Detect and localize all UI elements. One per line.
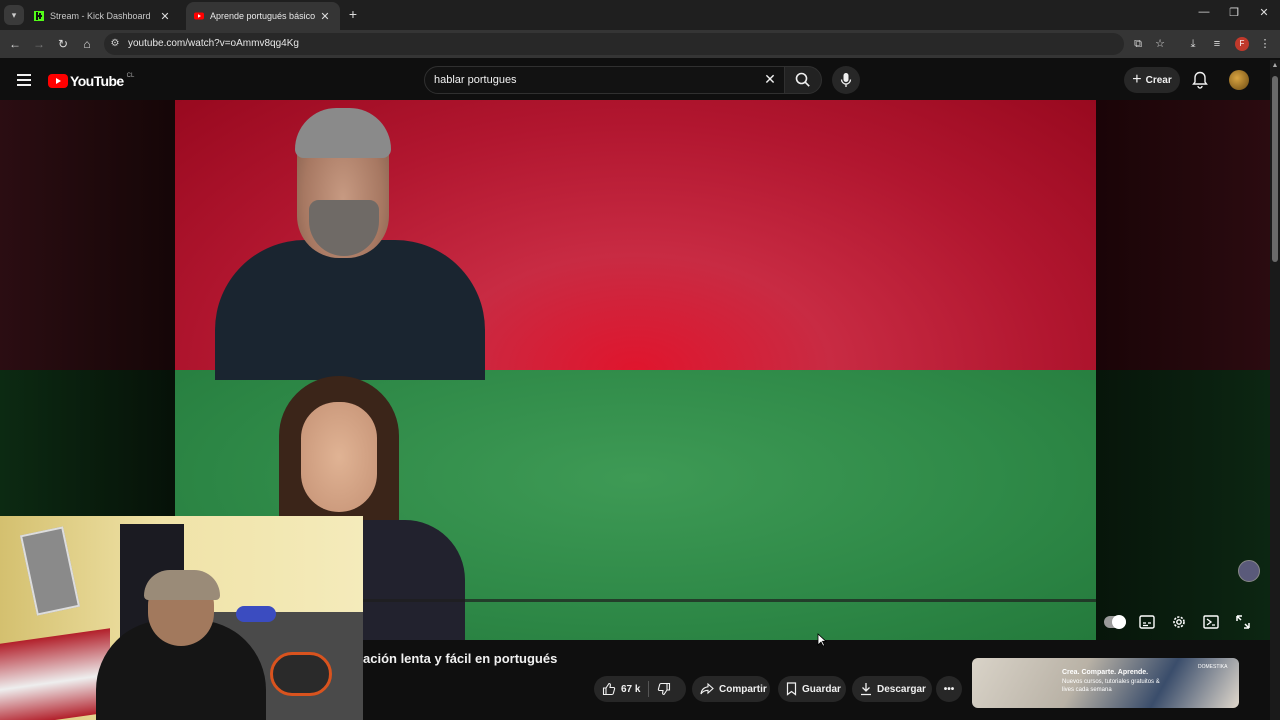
tab-label: Stream - Kick Dashboard xyxy=(50,11,151,21)
fullscreen-button[interactable] xyxy=(1234,613,1252,631)
browser-tab-kick[interactable]: Stream - Kick Dashboard ✕ xyxy=(26,2,180,30)
guide-menu-icon[interactable] xyxy=(17,74,31,86)
more-horizontal-icon: ••• xyxy=(943,683,955,695)
share-label: Compartir xyxy=(719,683,767,695)
url-text[interactable]: youtube.com/watch?v=oAmmv8qg4Kg xyxy=(128,38,299,49)
like-count[interactable]: 67 k xyxy=(621,684,640,695)
install-app-icon[interactable]: ⧉ xyxy=(1131,37,1145,51)
tab-search-menu[interactable]: ▾ xyxy=(4,5,24,25)
streamer-webcam-overlay xyxy=(0,516,363,720)
notifications-bell-icon[interactable] xyxy=(1192,71,1208,89)
restore-icon[interactable]: ❐ xyxy=(1226,6,1242,19)
youtube-logo[interactable]: YouTube CL xyxy=(48,73,134,89)
save-button[interactable]: Guardar xyxy=(778,676,846,702)
ad-brand: DOMESTIKA xyxy=(1198,664,1228,670)
home-icon[interactable]: ⌂ xyxy=(79,36,95,52)
browser-menu-icon[interactable]: ⋮ xyxy=(1258,37,1272,51)
site-info-icon[interactable]: ⚙ xyxy=(108,37,122,51)
bookmark-star-icon[interactable]: ☆ xyxy=(1153,37,1167,51)
ad-headline: Crea. Comparte. Aprende. xyxy=(1062,669,1149,676)
thumbs-down-icon xyxy=(658,682,671,696)
country-code: CL xyxy=(126,73,135,79)
like-divider xyxy=(648,681,650,697)
streamer-cap xyxy=(144,570,220,600)
download-icon xyxy=(860,682,872,696)
sidebar-next-item xyxy=(972,708,1239,720)
tab-label: Aprende portugués básico para xyxy=(210,11,318,21)
fullscreen-icon xyxy=(1236,615,1250,629)
window-close-icon[interactable]: ✕ xyxy=(1256,6,1272,19)
gear-icon xyxy=(1173,616,1185,628)
clear-search-icon[interactable]: ✕ xyxy=(762,71,778,88)
share-icon xyxy=(700,682,714,696)
plus-icon: + xyxy=(1132,71,1142,88)
download-label: Descargar xyxy=(877,683,926,695)
browser-tab-youtube[interactable]: Aprende portugués básico para ✕ xyxy=(186,2,340,30)
dislike-button[interactable] xyxy=(657,682,671,696)
youtube-favicon-icon xyxy=(194,12,204,20)
new-tab-button[interactable]: + xyxy=(345,6,361,22)
subtitles-icon xyxy=(1139,615,1155,629)
mouse-cursor-icon xyxy=(817,633,827,647)
settings-button[interactable] xyxy=(1170,613,1188,631)
webcam-helmet xyxy=(270,652,332,696)
like-dislike-group: 67 k xyxy=(594,676,686,702)
miniplayer-button[interactable] xyxy=(1202,613,1220,631)
presenter-woman-face xyxy=(301,402,377,512)
thumbs-up-icon xyxy=(602,682,616,696)
channel-watermark-icon[interactable] xyxy=(1238,560,1260,582)
microphone-icon xyxy=(840,73,852,87)
create-label: Crear xyxy=(1145,74,1172,86)
scrollbar-thumb[interactable] xyxy=(1272,76,1278,262)
kick-favicon-icon xyxy=(34,11,44,21)
search-icon xyxy=(795,72,810,87)
youtube-play-icon xyxy=(48,74,68,88)
subtitles-button[interactable] xyxy=(1138,613,1156,631)
miniplayer-icon xyxy=(1203,615,1219,629)
tab-close-icon[interactable]: ✕ xyxy=(318,10,332,23)
back-icon[interactable]: ← xyxy=(7,36,23,52)
logo-wordmark: YouTube xyxy=(70,73,124,89)
more-actions-button[interactable]: ••• xyxy=(936,676,962,702)
downloads-icon[interactable]: ⤓ xyxy=(1186,37,1200,51)
create-button[interactable]: + Crear xyxy=(1124,67,1180,93)
webcam-flag xyxy=(0,628,110,720)
save-label: Guardar xyxy=(802,683,841,695)
minimize-icon[interactable]: — xyxy=(1196,6,1212,18)
forward-icon[interactable]: → xyxy=(31,36,47,52)
video-title: ación lenta y fácil en portugués xyxy=(363,651,558,666)
bookmark-icon xyxy=(786,682,797,696)
voice-search-button[interactable] xyxy=(832,66,860,94)
reload-icon[interactable]: ↻ xyxy=(55,36,71,52)
like-button[interactable] xyxy=(602,682,616,696)
share-button[interactable]: Compartir xyxy=(692,676,770,702)
download-button[interactable]: Descargar xyxy=(852,676,932,702)
webcam-blue-object xyxy=(236,606,276,622)
search-button[interactable] xyxy=(784,66,822,94)
search-query[interactable]: hablar portugues xyxy=(434,74,517,86)
autoplay-toggle[interactable] xyxy=(1104,615,1126,629)
media-control-icon[interactable]: ≡ xyxy=(1210,37,1224,51)
tab-close-icon[interactable]: ✕ xyxy=(158,10,172,23)
account-avatar[interactable] xyxy=(1229,70,1249,90)
scroll-up-arrow-icon[interactable]: ▲ xyxy=(1271,62,1279,69)
presenter-man-body xyxy=(215,240,485,380)
profile-avatar[interactable]: F xyxy=(1235,37,1249,51)
ad-subtext: Nuevos cursos, tutoriales gratuitos & li… xyxy=(1062,679,1160,693)
